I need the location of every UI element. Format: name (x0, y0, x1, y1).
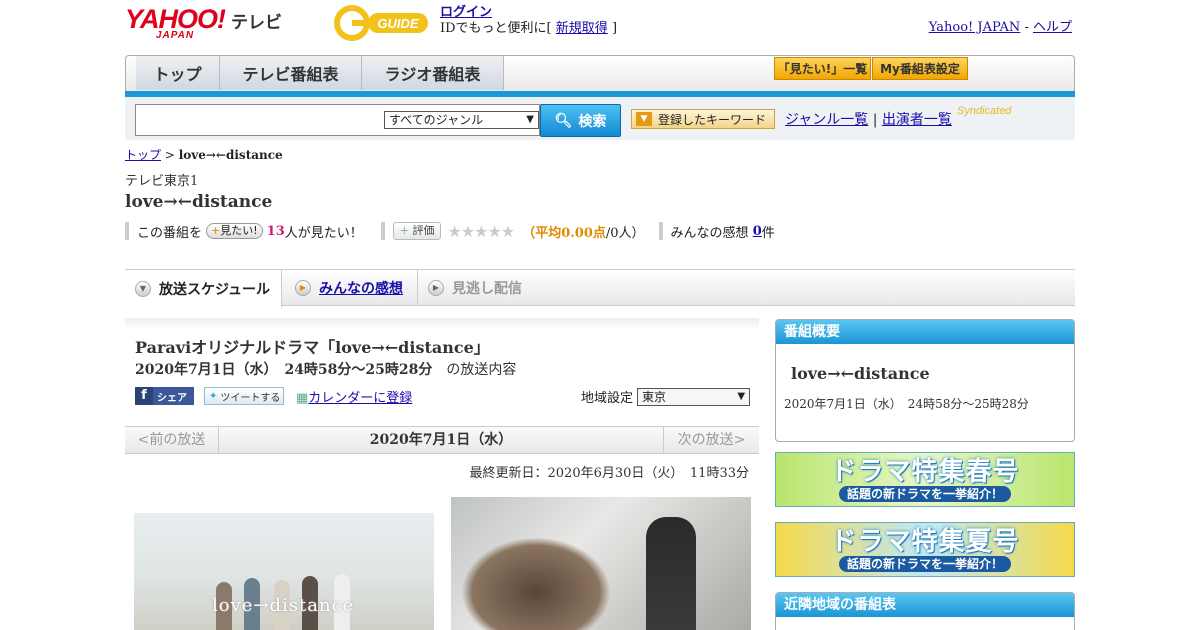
tab-top[interactable]: トップ (136, 56, 220, 90)
login-area: ログイン IDでもっと便利に[ 新規取得 ] (440, 5, 618, 36)
top-links: Yahoo! JAPAN - ヘルプ (928, 20, 1072, 35)
program-image-2 (451, 497, 751, 630)
tab-schedule[interactable]: ▼ 放送スケジュール (125, 270, 282, 307)
mitai-section: この番組を +見たい! 13 人が見たい！ (125, 222, 363, 241)
calendar-register[interactable]: ▦カレンダーに登録 (296, 387, 412, 406)
tab-tv-schedule[interactable]: テレビ番組表 (220, 56, 362, 90)
my-settings-button[interactable]: My番組表設定 (872, 57, 968, 80)
syndicated-gguide-logo: Syndicated (957, 105, 1012, 117)
region-select[interactable]: 東京 ▼ (637, 387, 751, 406)
triangle-down-icon: ▼ (636, 112, 652, 126)
drama-summer-banner[interactable]: ドラマ特集夏号 話題の新ドラマを一挙紹介！ (775, 522, 1075, 577)
plus-icon: + (399, 224, 413, 237)
sidebar: 番組概要 love→←distance 2020年7月1日（水） 24時58分～… (775, 319, 1075, 442)
registered-keyword-button[interactable]: ▼ 登録したキーワード (631, 109, 775, 129)
chevron-down-icon: ▼ (135, 280, 151, 297)
rate-button[interactable]: + 評価 (392, 222, 442, 240)
page: YAHOO! JAPAN テレビ GUIDE ログイン IDでもっと便利に[ 新… (0, 0, 1200, 630)
overview-heading: 番組概要 (776, 320, 1074, 344)
breadcrumb: トップ > love→←distance (125, 148, 283, 162)
average-score: 平均0.00点 (535, 225, 606, 241)
calendar-icon: ▦ (296, 391, 309, 406)
search-icon: 🔍︎ (554, 112, 573, 129)
genre-list-link[interactable]: ジャンル一覧 (785, 112, 868, 128)
program-image-logo: love→distance (212, 595, 355, 616)
play-icon: ▶ (428, 280, 444, 296)
drama-spring-banner[interactable]: ドラマ特集春号 話題の新ドラマを一挙紹介！ (775, 452, 1075, 507)
facebook-icon: f (135, 387, 153, 405)
star-rating: ★★★★★ (447, 221, 515, 241)
mitai-count: 13 (266, 223, 285, 239)
station-name: テレビ東京1 (125, 174, 199, 189)
breadcrumb-top-link[interactable]: トップ (125, 148, 161, 162)
mitai-button[interactable]: +見たい! (206, 223, 263, 239)
twitter-icon: ✦ (209, 390, 218, 402)
tab-impressions[interactable]: ▶ みんなの感想 (295, 270, 403, 306)
tab-radio-schedule[interactable]: ラジオ番組表 (362, 56, 504, 90)
chevron-down-icon: ▼ (737, 390, 746, 402)
prev-broadcast-button[interactable]: <前の放送 (125, 427, 219, 453)
search-bar: すべてのジャンル ▼ 🔍︎ 検索 ▼ 登録したキーワード ジャンル一覧 | 出演者一覧… (125, 97, 1075, 140)
broadcast-detail: Paraviオリジナルドラマ「love→←distance」 2020年7月1日… (125, 318, 759, 428)
main-nav: トップ テレビ番組表 ラジオ番組表 「見たい!」一覧 My番組表設定 (125, 55, 1075, 91)
program-image-1: love→distance (134, 513, 434, 630)
svg-text:GUIDE: GUIDE (377, 16, 419, 31)
facebook-share-button[interactable]: f シェア (135, 387, 194, 405)
impressions-section: みんなの感想 0件 (658, 222, 775, 241)
nearby-schedule-box: 近隣地域の番組表 (775, 592, 1075, 630)
page-title: love→←distance (125, 192, 273, 212)
chevron-down-icon: ▼ (526, 114, 534, 125)
play-icon: ▶ (295, 280, 311, 296)
program-stats: この番組を +見たい! 13 人が見たい！ + 評価 ★★★★★ （平均0.00点… (125, 221, 775, 241)
broadcast-title: Paraviオリジナルドラマ「love→←distance」 (135, 338, 490, 357)
program-tabs: ▼ 放送スケジュール ▶ みんなの感想 ▶ 見逃し配信 (125, 269, 1075, 307)
mitai-list-button[interactable]: 「見たい!」一覧 (774, 57, 871, 80)
rating-section: + 評価 ★★★★★ （平均0.00点/0人） (380, 221, 645, 241)
overview-date: 2020年7月1日（水） 24時58分～25時28分 (784, 397, 1029, 411)
cast-list-link[interactable]: 出演者一覧 (882, 112, 952, 128)
current-broadcast-date: 2020年7月1日（水） (369, 432, 513, 448)
broadcast-pager: <前の放送 2020年7月1日（水） 次の放送> (125, 426, 759, 454)
genre-select[interactable]: すべてのジャンル ▼ (384, 111, 539, 129)
blurred-figure (461, 537, 611, 630)
last-updated: 最終更新日：2020年6月30日（火） 11時33分 (469, 466, 749, 481)
login-link[interactable]: ログイン (440, 5, 492, 20)
nearby-heading: 近隣地域の番組表 (776, 593, 1074, 617)
genre-cast-links: ジャンル一覧 | 出演者一覧 (785, 112, 952, 128)
plus-icon: + (211, 224, 221, 237)
search-button[interactable]: 🔍︎ 検索 (540, 104, 621, 137)
tab-missed[interactable]: ▶ 見逃し配信 (417, 270, 522, 306)
gguide-logo: GUIDE (334, 5, 428, 41)
yahoo-tv-logo[interactable]: YAHOO! JAPAN テレビ (125, 6, 282, 41)
overview-title: love→←distance (791, 364, 930, 383)
broadcast-datetime: 2020年7月1日（水） 24時58分～25時28分 の放送内容 (135, 362, 517, 378)
photographer-figure (646, 517, 696, 630)
yahoo-japan-link[interactable]: Yahoo! JAPAN (929, 20, 1021, 35)
overview-box: 番組概要 love→←distance 2020年7月1日（水） 24時58分～… (775, 319, 1075, 442)
register-link[interactable]: 新規取得 (556, 21, 608, 36)
tv-label: テレビ (231, 13, 282, 33)
next-broadcast-button[interactable]: 次の放送> (663, 427, 759, 453)
yahoo-japan-logo: YAHOO! JAPAN (125, 4, 226, 41)
region-setting: 地域設定 東京 ▼ (581, 387, 751, 406)
tweet-button[interactable]: ✦ ツイートする (204, 387, 284, 405)
impressions-count-link[interactable]: 0 (753, 224, 762, 239)
help-link[interactable]: ヘルプ (1033, 20, 1072, 35)
